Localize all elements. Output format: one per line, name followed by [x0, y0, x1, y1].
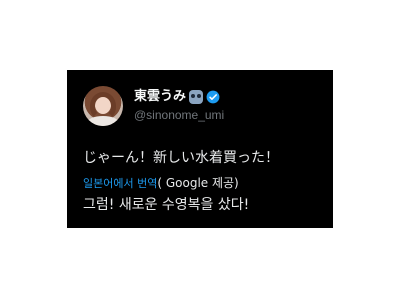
tweet-text: じゃーん！新しい水着買った！ — [83, 150, 279, 166]
translated-text: 그럼! 새로운 수영복을 샀다! — [83, 197, 250, 213]
avatar[interactable] — [83, 86, 123, 126]
translate-link[interactable]: 일본어에서 번역 — [83, 177, 157, 190]
translation-provider: ( Google 제공) — [157, 176, 239, 190]
verified-badge-icon — [206, 90, 220, 104]
avatar-hair-shape — [90, 92, 116, 120]
translation-row: 일본어에서 번역( Google 제공) — [83, 173, 239, 192]
author-display-name[interactable]: 東雲うみ — [134, 89, 186, 105]
author-handle[interactable]: @sinonome_umi — [134, 108, 224, 122]
tweet-card: 東雲うみ @sinonome_umi じゃーん！新しい水着買った！ 일본어에서 … — [67, 70, 333, 228]
author-name-row: 東雲うみ — [134, 89, 220, 105]
emoji-badge-icon — [189, 90, 204, 104]
